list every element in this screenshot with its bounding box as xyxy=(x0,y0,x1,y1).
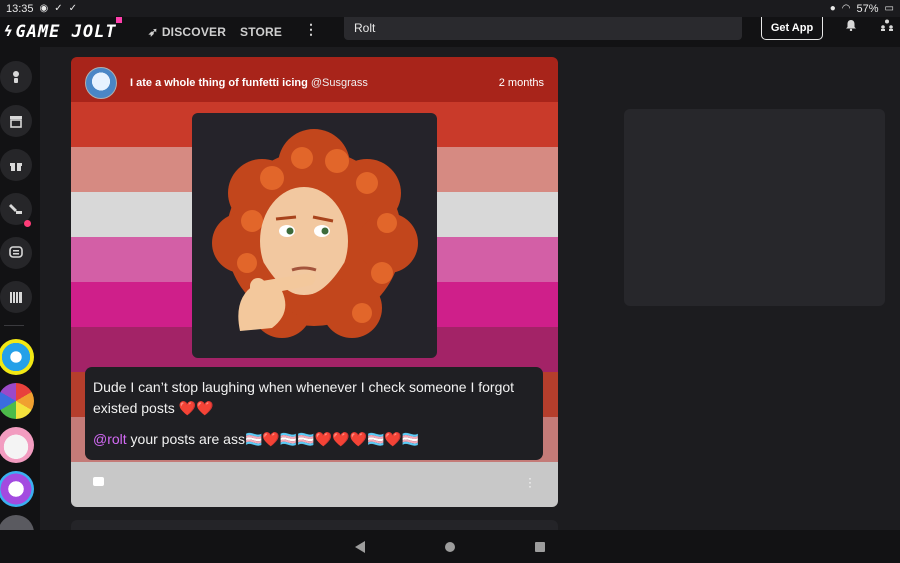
status-bar: 13:35 ◉ ✓ ✓ ● ◠ 57% ▭ xyxy=(0,0,900,17)
community-3[interactable] xyxy=(0,427,34,463)
wifi-icon: ◠ xyxy=(841,2,851,14)
comment-icon[interactable] xyxy=(93,477,104,486)
post-title[interactable]: I ate a whole thing of funfetti icing @Su… xyxy=(130,77,368,89)
post-username[interactable]: @Susgrass xyxy=(311,77,368,89)
library-icon xyxy=(10,292,22,303)
bell-icon[interactable] xyxy=(845,19,857,31)
get-app-button[interactable]: Get App xyxy=(761,17,823,40)
store-icon xyxy=(10,116,22,128)
game-icon xyxy=(9,204,22,214)
mention-link[interactable]: @rolt xyxy=(93,431,127,447)
sidebar xyxy=(0,47,40,530)
friends-icon[interactable] xyxy=(880,19,894,31)
home-icon[interactable] xyxy=(445,542,455,552)
post-footer: · · · xyxy=(71,468,558,507)
status-time: 13:35 xyxy=(6,2,34,15)
logo-badge xyxy=(114,16,123,24)
battery-level: 57% xyxy=(856,2,879,15)
system-nav-bar xyxy=(0,530,900,563)
community-4[interactable] xyxy=(0,471,34,507)
check-icon: ✓ xyxy=(54,2,63,14)
gift-icon xyxy=(10,160,22,171)
more-menu-icon[interactable]: ⋮ xyxy=(304,21,318,38)
top-nav: ϟ GAME JOLT ➶ DISCOVER STORE ⋮ Rolt Get … xyxy=(0,16,900,47)
check-icon: ✓ xyxy=(68,2,78,14)
bolt-icon: ϟ xyxy=(4,24,14,40)
community-2[interactable] xyxy=(0,383,34,419)
logo-text: GAME JOLT xyxy=(15,22,117,42)
battery-icon: ▭ xyxy=(884,2,894,14)
memoji-thinking-image xyxy=(212,129,418,338)
sidebar-item-store[interactable] xyxy=(0,105,32,137)
sidebar-item-library[interactable] xyxy=(0,281,32,313)
community-1[interactable] xyxy=(0,339,34,375)
post-more-icon[interactable]: · · · xyxy=(528,472,532,492)
discover-label: DISCOVER xyxy=(161,25,227,39)
sidebar-item-profile[interactable] xyxy=(0,61,32,93)
sidebar-divider xyxy=(4,325,24,326)
post-image[interactable] xyxy=(192,113,437,358)
compass-icon: ➶ xyxy=(148,25,159,39)
community-5[interactable] xyxy=(0,515,34,530)
notification-dot xyxy=(24,220,31,227)
gamejolt-logo[interactable]: ϟ GAME JOLT xyxy=(4,16,123,47)
post-text-rest: your posts are ass🏳️‍⚧️❤️🏳️‍⚧️🏳️‍⚧️❤️❤️❤… xyxy=(126,431,420,447)
store-link[interactable]: STORE xyxy=(240,25,282,39)
discover-link[interactable]: ➶ DISCOVER xyxy=(148,25,226,39)
post-text-mention-line: @rolt your posts are ass🏳️‍⚧️❤️🏳️‍⚧️🏳️‍⚧… xyxy=(93,429,535,450)
post-header: I ate a whole thing of funfetti icing @Su… xyxy=(71,57,558,109)
user-icon xyxy=(13,71,19,83)
app-notification-icon: ● xyxy=(829,2,836,14)
search-input[interactable]: Rolt xyxy=(344,17,742,40)
right-sidebar-panel xyxy=(624,109,885,306)
post-title-text: I ate a whole thing of funfetti icing xyxy=(130,77,308,89)
notification-circle-icon: ◉ xyxy=(39,2,49,14)
back-icon[interactable] xyxy=(355,541,365,553)
next-post-card[interactable] xyxy=(71,520,558,530)
post-card[interactable]: I ate a whole thing of funfetti icing @Su… xyxy=(71,57,558,507)
sidebar-item-gift[interactable] xyxy=(0,149,32,181)
sidebar-item-chat[interactable] xyxy=(0,237,32,269)
post-time: 2 months xyxy=(498,77,544,89)
post-text: Dude I can’t stop laughing when whenever… xyxy=(93,379,515,416)
author-avatar[interactable] xyxy=(85,67,117,99)
recent-apps-icon[interactable] xyxy=(535,542,545,552)
post-content: Dude I can’t stop laughing when whenever… xyxy=(85,367,543,460)
chat-icon xyxy=(9,246,23,258)
